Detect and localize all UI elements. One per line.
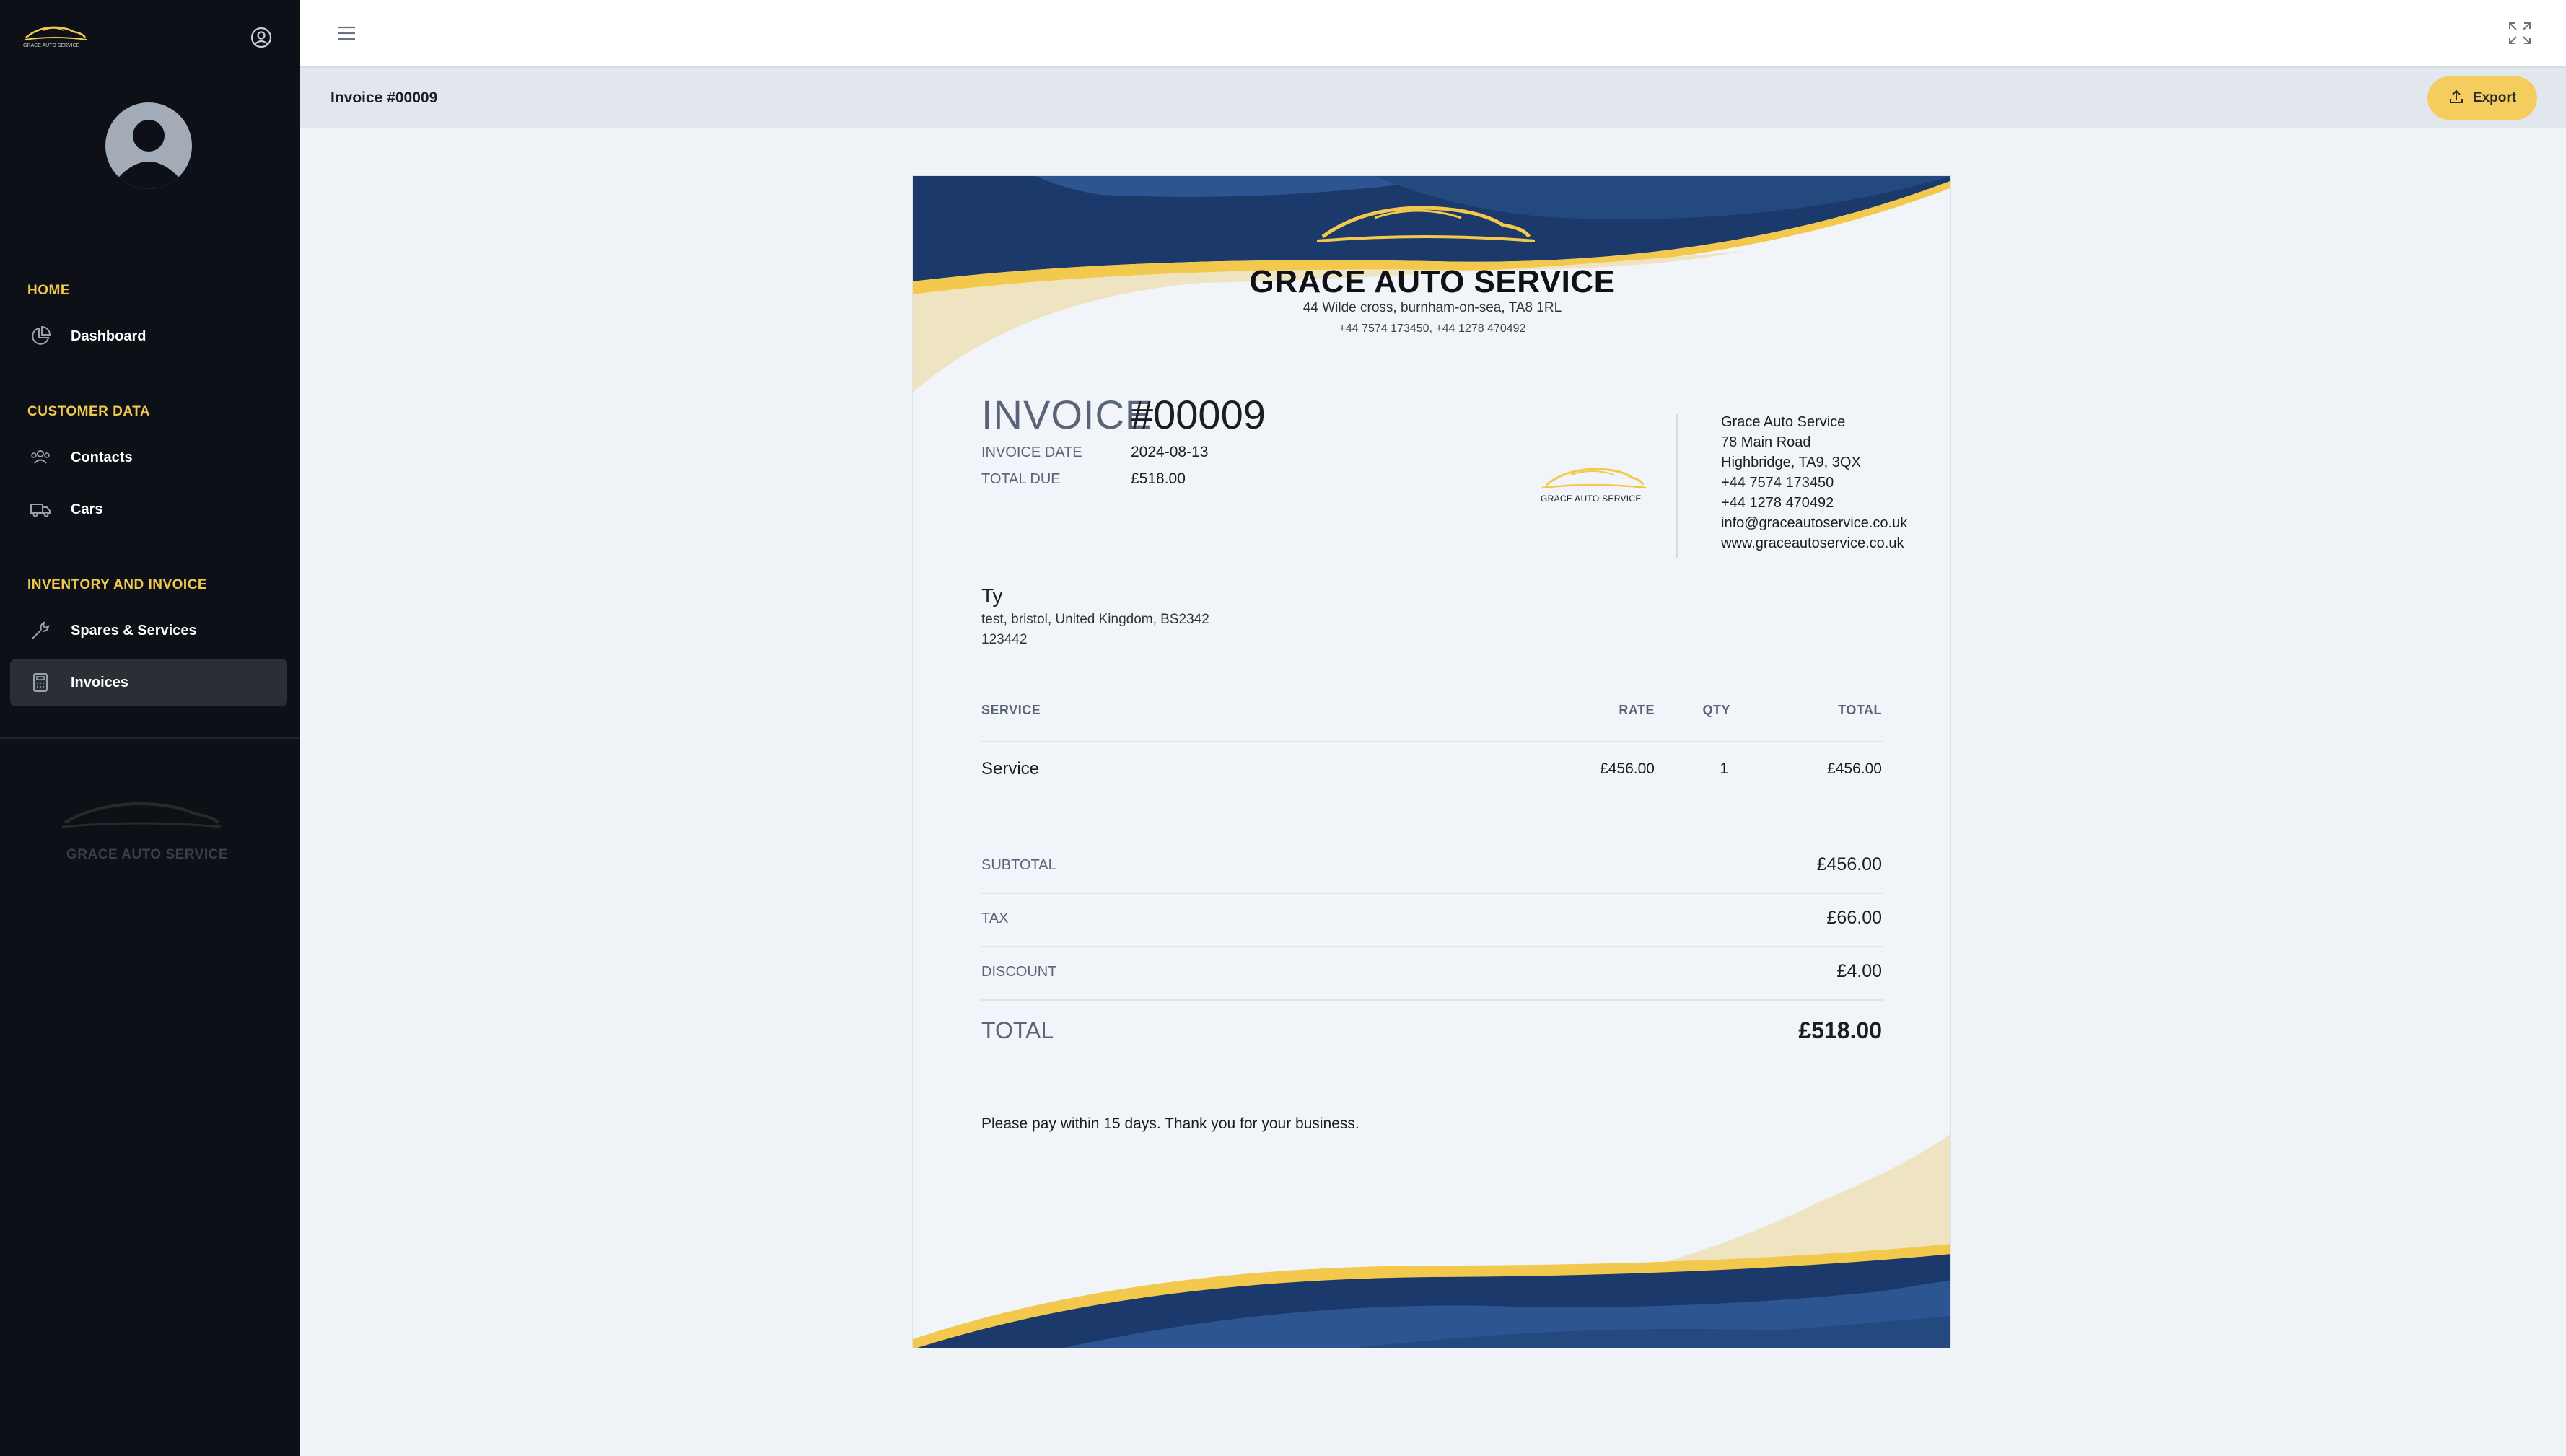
sidebar-item-label: Spares & Services: [71, 622, 197, 639]
sidebar-item-spares-services[interactable]: Spares & Services: [10, 607, 287, 654]
invoice-heading: INVOICE: [981, 392, 1153, 437]
bill-to-name: Ty: [981, 584, 1003, 607]
sidebar-item-label: Contacts: [71, 449, 133, 465]
from-company: Grace Auto Service: [1721, 414, 1846, 430]
account-icon[interactable]: [247, 23, 276, 52]
export-button-label: Export: [2472, 90, 2517, 105]
summary-divider: [981, 893, 1883, 894]
payment-note: Please pay within 15 days. Thank you for…: [981, 1115, 1359, 1132]
line-total: £456.00: [1827, 760, 1882, 777]
sidebar-item-dashboard[interactable]: Dashboard: [10, 312, 287, 360]
topbar: [300, 0, 2566, 68]
line-rate: £456.00: [1600, 760, 1655, 777]
brand-logo[interactable]: GRACE AUTO SERVICE: [22, 20, 89, 53]
tax-label: TAX: [981, 911, 1009, 926]
sidebar-item-cars[interactable]: Cars: [10, 486, 287, 533]
invoice-logo-caption: GRACE AUTO SERVICE: [1541, 494, 1642, 504]
section-inventory-invoice: INVENTORY AND INVOICE: [27, 577, 208, 592]
wrench-icon: [26, 616, 55, 645]
total-value: £518.00: [1798, 1017, 1882, 1043]
vertical-divider: [1676, 414, 1678, 558]
discount-value: £4.00: [1836, 961, 1882, 981]
bill-to-phone: 123442: [981, 632, 1028, 647]
upload-icon: [2448, 89, 2464, 108]
page-title: Invoice #00009: [330, 89, 438, 106]
sidebar-item-label: Cars: [71, 501, 103, 517]
from-website: www.graceautoservice.co.uk: [1721, 535, 1904, 551]
invoice-date-label: INVOICE DATE: [981, 444, 1082, 460]
sidebar-item-label: Dashboard: [71, 328, 146, 344]
from-city: Highbridge, TA9, 3QX: [1721, 455, 1861, 470]
total-due-label: TOTAL DUE: [981, 471, 1061, 487]
company-name: GRACE AUTO SERVICE: [1249, 264, 1616, 299]
company-phones: +44 7574 173450, +44 1278 470492: [1339, 323, 1526, 335]
sidebar-watermark-text: GRACE AUTO SERVICE: [66, 847, 229, 862]
section-customer-data: CUSTOMER DATA: [27, 404, 151, 419]
avatar: [105, 102, 192, 189]
from-phone-2: +44 1278 470492: [1721, 495, 1834, 511]
column-header-total: TOTAL: [1838, 703, 1882, 717]
export-button[interactable]: Export: [2427, 76, 2537, 120]
users-icon: [26, 443, 55, 472]
column-header-rate: RATE: [1619, 703, 1655, 717]
from-street: 78 Main Road: [1721, 434, 1811, 450]
from-email: info@graceautoservice.co.uk: [1721, 515, 1908, 531]
calculator-icon: [26, 668, 55, 697]
line-qty: 1: [1720, 760, 1728, 777]
summary-divider: [981, 946, 1883, 947]
total-label: TOTAL: [981, 1017, 1054, 1043]
column-header-qty: QTY: [1702, 703, 1730, 717]
total-due-value: £518.00: [1131, 470, 1186, 487]
sidebar-divider: [0, 737, 300, 739]
table-divider: [981, 741, 1883, 742]
invoice-date-value: 2024-08-13: [1131, 444, 1209, 460]
discount-label: DISCOUNT: [981, 964, 1057, 980]
sidebar-item-label: Invoices: [71, 674, 129, 690]
invoice-number: #00009: [1131, 392, 1266, 437]
sidebar-item-contacts[interactable]: Contacts: [10, 434, 287, 481]
column-header-service: SERVICE: [981, 703, 1041, 717]
tax-value: £66.00: [1826, 908, 1882, 928]
app-root: GRACE AUTO SERVICE HOME Dashboard CUSTOM…: [0, 0, 2566, 1456]
sidebar: GRACE AUTO SERVICE HOME Dashboard CUSTOM…: [0, 0, 300, 1456]
breadcrumb-bar: Invoice #00009 Export: [300, 68, 2566, 128]
subtotal-label: SUBTOTAL: [981, 857, 1056, 873]
company-address: 44 Wilde cross, burnham-on-sea, TA8 1RL: [1302, 300, 1562, 315]
sidebar-item-invoices[interactable]: Invoices: [10, 659, 287, 706]
brand-logo-text: GRACE AUTO SERVICE: [23, 43, 80, 48]
bill-to-address: test, bristol, United Kingdom, BS2342: [981, 612, 1209, 627]
pie-chart-icon: [26, 322, 55, 351]
fullscreen-icon[interactable]: [2507, 20, 2533, 46]
invoice-document: GRACE AUTO SERVICE 44 Wilde cross, burnh…: [912, 175, 1951, 1348]
invoice-company-logo: GRACE AUTO SERVICE: [1535, 462, 1650, 512]
hamburger-menu-icon[interactable]: [335, 22, 358, 45]
section-home: HOME: [27, 283, 70, 298]
line-service: Service: [981, 759, 1040, 779]
invoice-decoration-waves: [913, 176, 1950, 1348]
summary-divider: [981, 999, 1883, 1001]
truck-icon: [26, 495, 55, 524]
subtotal-value: £456.00: [1816, 854, 1882, 874]
from-phone-1: +44 7574 173450: [1721, 475, 1834, 491]
